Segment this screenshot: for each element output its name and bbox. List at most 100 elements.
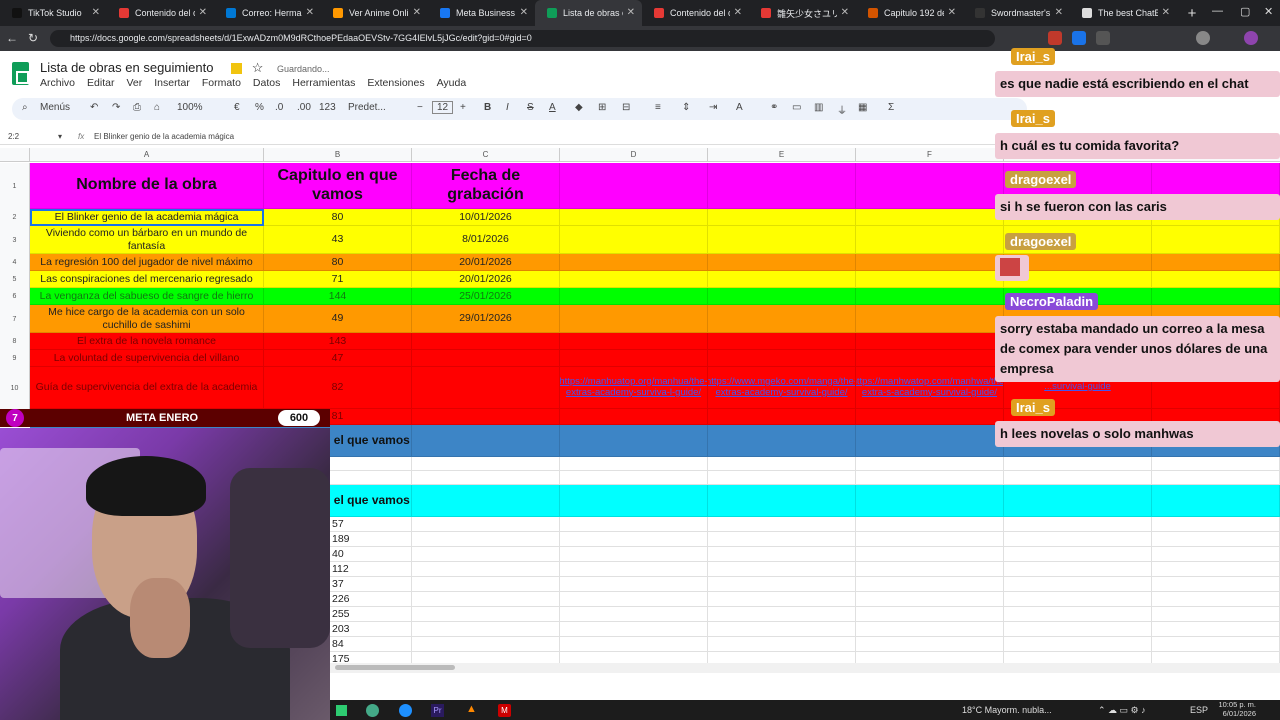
menu-item[interactable]: Herramientas [292,77,355,89]
table-cell[interactable] [412,350,560,367]
column-header[interactable]: E [708,148,856,162]
filter-icon[interactable]: ⏚ [837,102,847,117]
table-cell[interactable] [856,607,1004,622]
table-cell[interactable] [412,425,560,457]
table-cell[interactable]: Fecha de grabación [412,163,560,209]
table-cell[interactable] [708,209,856,226]
table-cell[interactable] [1152,271,1280,288]
table-cell[interactable] [1152,592,1280,607]
table-cell[interactable] [856,409,1004,425]
browser-tab[interactable]: Correo: Herman L ✕ [214,0,321,26]
menu-item[interactable]: Editar [87,77,114,89]
table-cell[interactable] [708,517,856,532]
table-cell[interactable] [412,471,560,485]
table-cell[interactable] [1152,254,1280,271]
table-cell[interactable]: 20/01/2026 [412,271,560,288]
close-tab-icon[interactable]: ✕ [1055,7,1063,18]
table-cell[interactable] [708,271,856,288]
functions-icon[interactable]: Σ [888,102,894,113]
text-rotation-icon[interactable]: A [736,102,743,113]
table-cell[interactable]: 43 [264,226,412,254]
table-cell[interactable]: 143 [264,333,412,350]
close-tab-icon[interactable]: ✕ [1162,7,1170,18]
table-cell[interactable] [708,622,856,637]
browser-tab[interactable]: 雛矢少女さユリ ✕ [749,0,856,26]
app-icon[interactable] [336,705,347,716]
table-cell[interactable]: 144 [264,288,412,305]
close-tab-icon[interactable]: ✕ [841,7,849,18]
redo-icon[interactable]: ↷ [112,102,120,113]
table-cell[interactable]: 10/01/2026 [412,209,560,226]
font-size-input[interactable]: 12 [432,101,454,114]
browser-tab[interactable]: Ver Anime Online ✕ [321,0,428,26]
filter-views-icon[interactable]: ▦ [858,102,867,113]
row-header[interactable]: 4 [0,254,30,271]
row-header[interactable]: 9 [0,350,30,367]
table-cell[interactable]: 25/01/2026 [412,288,560,305]
table-cell[interactable] [560,409,708,425]
table-cell[interactable] [412,622,560,637]
table-cell[interactable] [560,288,708,305]
table-cell[interactable]: Capitulo en que vamos [264,163,412,209]
table-cell[interactable] [412,547,560,562]
table-cell[interactable]: 29/01/2026 [412,305,560,333]
table-cell[interactable]: Las conspiraciones del mercenario regres… [30,271,264,288]
table-cell[interactable]: El Blinker genio de la academia mágica [30,209,264,226]
undo-icon[interactable]: ↶ [90,102,98,113]
tray-icons[interactable]: ⌃ ☁ ▭ ⚙ ♪ [1098,705,1146,716]
row-header[interactable]: 8 [0,333,30,350]
horizontal-scrollbar[interactable] [330,663,1280,673]
table-cell[interactable] [856,532,1004,547]
menu-item[interactable]: Extensiones [367,77,424,89]
close-tab-icon[interactable]: ✕ [734,7,742,18]
row-header[interactable]: 6 [0,288,30,305]
table-cell[interactable] [560,457,708,471]
increase-font-size-icon[interactable]: + [460,102,466,113]
table-cell[interactable] [1152,288,1280,305]
menu-item[interactable]: Ver [126,77,142,89]
table-cell[interactable] [856,350,1004,367]
bold-icon[interactable]: B [484,102,491,113]
table-cell[interactable] [560,622,708,637]
table-cell[interactable] [560,305,708,333]
table-cell[interactable] [1152,607,1280,622]
table-cell[interactable] [560,163,708,209]
menu-item[interactable]: Insertar [154,77,190,89]
sheets-logo[interactable] [12,62,29,85]
table-cell[interactable] [856,209,1004,226]
italic-icon[interactable]: I [506,102,509,113]
table-cell[interactable] [856,622,1004,637]
table-cell[interactable] [856,637,1004,652]
table-cell[interactable]: Nombre de la obra [30,163,264,209]
browser-tab[interactable]: Lista de obras en ✕ [535,0,642,26]
table-cell[interactable] [1152,226,1280,254]
table-cell[interactable] [856,333,1004,350]
print-icon[interactable]: ⎙ [133,102,141,113]
table-cell[interactable] [1004,622,1152,637]
table-cell[interactable]: 49 [264,305,412,333]
table-cell[interactable] [560,271,708,288]
table-cell[interactable] [560,485,708,517]
row-header[interactable]: 1 [0,163,30,209]
table-cell[interactable] [708,547,856,562]
search-icon[interactable]: ⌕ [22,102,28,113]
table-cell[interactable] [1152,562,1280,577]
table-cell[interactable] [708,577,856,592]
table-cell[interactable] [412,562,560,577]
table-cell[interactable] [1004,607,1152,622]
folder-icon[interactable] [231,63,243,75]
percent-format-button[interactable]: % [255,102,264,113]
table-cell[interactable] [412,457,560,471]
align-vertical-icon[interactable]: ⇕ [682,102,690,113]
table-cell[interactable] [1152,547,1280,562]
table-cell[interactable] [1004,637,1152,652]
table-cell[interactable] [1004,485,1152,517]
table-cell[interactable]: Viviendo como un bárbaro en un mundo de … [30,226,264,254]
table-cell[interactable] [1152,637,1280,652]
column-header[interactable]: C [412,148,560,162]
column-header[interactable]: B [264,148,412,162]
table-cell[interactable] [708,226,856,254]
link-icon[interactable]: ⚭ [770,102,778,113]
column-header[interactable]: A [30,148,264,162]
table-cell[interactable] [708,532,856,547]
